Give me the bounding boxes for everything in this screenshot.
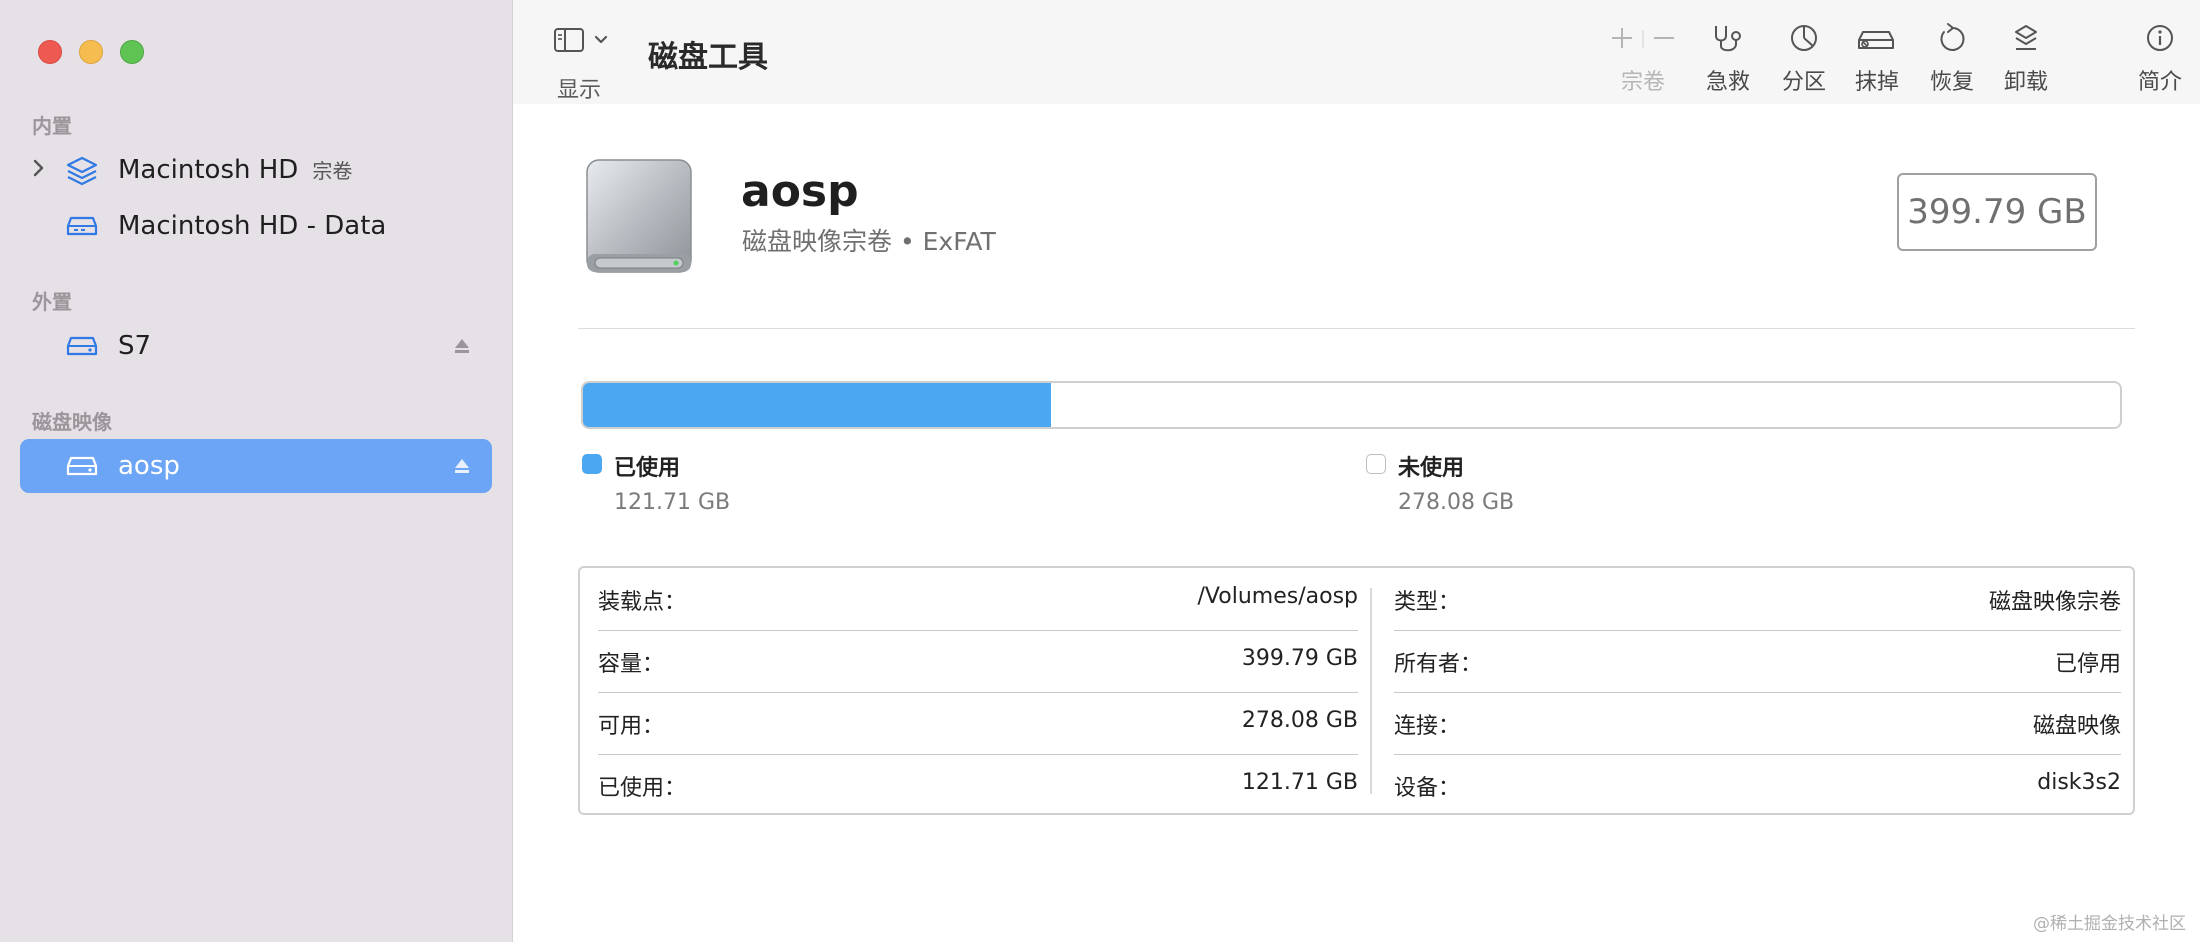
sidebar-item-aosp[interactable]: aosp (20, 439, 492, 493)
usage-used-segment (583, 383, 1051, 427)
section-internal: 内置 (32, 114, 72, 138)
toolbar-button-label: 分区 (1781, 70, 1826, 95)
sidebar-item-s7[interactable]: S7 (20, 319, 492, 373)
toolbar-button-label: 急救 (1705, 70, 1750, 95)
legend-free-label: 未使用 (1398, 456, 1465, 481)
app-title: 磁盘工具 (648, 40, 768, 75)
info-value: 278.08 GB (1241, 708, 1358, 733)
info-row-used: 已使用： 121.71 GB (580, 754, 1370, 816)
view-label: 显示 (557, 78, 602, 103)
chevron-right-icon[interactable] (32, 158, 46, 182)
sidebar-item-label: Macintosh HD - Data (118, 211, 387, 241)
info-value: 磁盘映像宗卷 (1988, 590, 2121, 615)
info-value: 121.71 GB (1241, 770, 1358, 795)
zoom-window-button[interactable] (120, 40, 144, 64)
toolbar-button-label: 宗卷 (1620, 70, 1665, 95)
disk-name: aosp (741, 166, 859, 217)
legend-free-value: 278.08 GB (1398, 490, 1515, 515)
layers-icon (66, 156, 98, 186)
free-swatch (1366, 454, 1386, 474)
eject-icon[interactable] (452, 336, 472, 356)
volume-button[interactable]: 宗卷 (1598, 22, 1688, 102)
info-key: 所有者： (1394, 652, 1483, 677)
info-key: 可用： (598, 714, 665, 739)
info-row-available: 可用： 278.08 GB (580, 692, 1370, 754)
section-external: 外置 (32, 290, 72, 314)
capacity-badge: 399.79 GB (1897, 173, 2097, 251)
usage-bar (581, 381, 2122, 429)
sidebar-item-label: S7 (118, 331, 152, 361)
unmount-button[interactable]: 卸载 (1991, 22, 2061, 102)
sidebar-item-sublabel: 宗卷 (312, 159, 353, 183)
info-button[interactable]: 简介 (2125, 22, 2195, 102)
info-value: 已停用 (2054, 652, 2121, 677)
erase-button[interactable]: 抹掉 (1842, 22, 1912, 102)
used-swatch (582, 454, 602, 474)
info-value: 磁盘映像 (2032, 714, 2121, 739)
restore-icon (1940, 23, 1965, 51)
info-key: 连接： (1394, 714, 1461, 739)
info-icon (2147, 25, 2173, 51)
restore-button[interactable]: 恢复 (1917, 22, 1987, 102)
drive-icon (66, 332, 98, 360)
info-row-type: 类型： 磁盘映像宗卷 (1376, 568, 2133, 630)
sidebar: 内置 Macintosh HD 宗卷 Macintosh HD - Data 外… (0, 0, 513, 942)
sidebar-item-macintosh-hd-data[interactable]: Macintosh HD - Data (20, 199, 492, 253)
info-key: 装载点： (598, 590, 687, 615)
column-divider (1370, 588, 1372, 794)
external-disk-icon (581, 158, 697, 276)
info-key: 类型： (1394, 590, 1461, 615)
info-column-left: 装载点： /Volumes/aosp 容量： 399.79 GB 可用： 278… (580, 568, 1370, 813)
info-value: 399.79 GB (1241, 646, 1358, 671)
toolbar: 显示 磁盘工具 宗卷 急救 分区 抹掉 恢复 卸载 简介 (513, 0, 2200, 104)
info-row-owner: 所有者： 已停用 (1376, 630, 2133, 692)
pie-icon (1791, 25, 1817, 51)
main-content: 显示 磁盘工具 宗卷 急救 分区 抹掉 恢复 卸载 简介 aosp 磁盘映像宗卷… (513, 0, 2200, 942)
toolbar-button-label: 恢复 (1929, 70, 1974, 95)
info-row-connection: 连接： 磁盘映像 (1376, 692, 2133, 754)
info-key: 容量： (598, 652, 665, 677)
info-table: 装载点： /Volumes/aosp 容量： 399.79 GB 可用： 278… (578, 566, 2135, 815)
erase-drive-icon (1858, 31, 1894, 49)
toolbar-button-label: 简介 (2137, 70, 2182, 95)
sidebar-toggle-icon (554, 28, 608, 52)
eject-icon[interactable] (452, 456, 472, 476)
plus-minus-icon (1612, 28, 1674, 48)
unmount-icon (2015, 25, 2037, 50)
sidebar-item-macintosh-hd[interactable]: Macintosh HD 宗卷 (20, 143, 492, 197)
info-row-device: 设备： disk3s2 (1376, 754, 2133, 816)
window-controls (38, 40, 144, 64)
minimize-window-button[interactable] (79, 40, 103, 64)
partition-button[interactable]: 分区 (1769, 22, 1839, 102)
sidebar-item-label: Macintosh HD 宗卷 (118, 155, 353, 185)
info-key: 已使用： (598, 776, 687, 801)
section-disk-images: 磁盘映像 (32, 410, 112, 434)
first-aid-button[interactable]: 急救 (1693, 22, 1763, 102)
close-window-button[interactable] (38, 40, 62, 64)
info-key: 设备： (1394, 776, 1461, 801)
sidebar-item-label: aosp (118, 451, 180, 481)
toolbar-button-label: 抹掉 (1854, 70, 1899, 95)
disk-subtitle: 磁盘映像宗卷 • ExFAT (742, 227, 996, 256)
info-value: disk3s2 (2037, 770, 2121, 795)
legend-used-value: 121.71 GB (614, 490, 731, 515)
info-value: /Volumes/aosp (1197, 584, 1358, 609)
legend-used-label: 已使用 (614, 456, 681, 481)
info-row-capacity: 容量： 399.79 GB (580, 630, 1370, 692)
drive-icon (66, 212, 98, 240)
view-button[interactable]: 显示 (553, 26, 633, 103)
toolbar-button-label: 卸载 (2003, 70, 2048, 95)
info-column-right: 类型： 磁盘映像宗卷 所有者： 已停用 连接： 磁盘映像 设备： disk3s2 (1376, 568, 2133, 813)
info-row-mount-point: 装载点： /Volumes/aosp (580, 568, 1370, 630)
drive-icon (66, 452, 98, 480)
disk-utility-window: 内置 Macintosh HD 宗卷 Macintosh HD - Data 外… (0, 0, 2200, 942)
stethoscope-icon (1715, 26, 1741, 52)
watermark: @稀土掘金技术社区 (2033, 914, 2186, 934)
header-divider (578, 328, 2135, 329)
